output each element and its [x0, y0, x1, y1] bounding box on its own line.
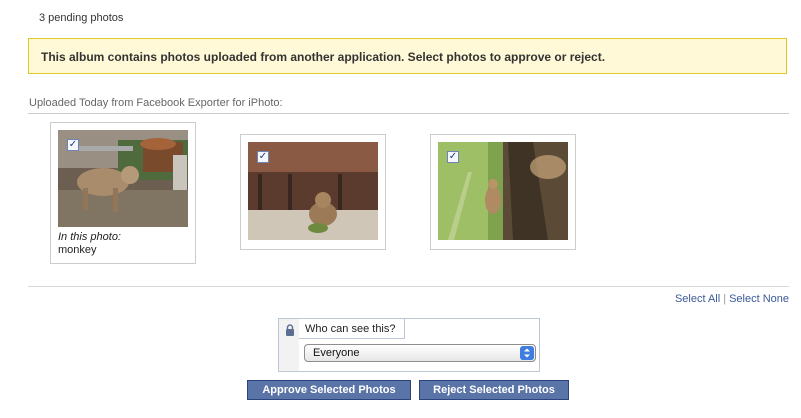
divider: [28, 113, 789, 114]
photo-card[interactable]: ✓ In this photo: monkey: [50, 122, 196, 264]
tag-label: In this photo:: [58, 231, 121, 243]
link-separator: |: [723, 293, 727, 305]
lock-icon: [286, 324, 294, 336]
photo-thumbnail[interactable]: ✓: [438, 142, 568, 240]
privacy-label: Who can see this?: [299, 319, 405, 339]
reject-selected-button[interactable]: Reject Selected Photos: [419, 380, 569, 400]
select-arrows-icon: [520, 346, 534, 360]
privacy-lock-column: [279, 319, 299, 371]
privacy-dropdown[interactable]: Everyone: [304, 344, 536, 362]
photo-select-checkbox[interactable]: ✓: [257, 151, 269, 163]
select-none-link[interactable]: Select None: [729, 293, 789, 305]
upload-source-label: Uploaded Today from Facebook Exporter fo…: [29, 97, 283, 109]
photo-card[interactable]: ✓: [430, 134, 576, 250]
tag-value[interactable]: monkey: [58, 244, 97, 256]
privacy-selector: Who can see this? Everyone: [278, 318, 540, 372]
info-notice: This album contains photos uploaded from…: [28, 38, 787, 74]
photo-thumbnail[interactable]: ✓: [248, 142, 378, 240]
photo-select-checkbox[interactable]: ✓: [67, 139, 79, 151]
select-all-link[interactable]: Select All: [675, 293, 720, 305]
privacy-selected-value: Everyone: [313, 347, 360, 359]
photo-thumbnail[interactable]: ✓: [58, 130, 188, 227]
photo-card[interactable]: ✓: [240, 134, 386, 250]
approve-selected-button[interactable]: Approve Selected Photos: [247, 380, 411, 400]
divider: [28, 286, 789, 287]
selection-links: Select All | Select None: [675, 293, 789, 305]
pending-count: 3 pending photos: [39, 12, 124, 24]
photo-select-checkbox[interactable]: ✓: [447, 151, 459, 163]
photo-tag-caption: In this photo: monkey: [58, 231, 121, 257]
